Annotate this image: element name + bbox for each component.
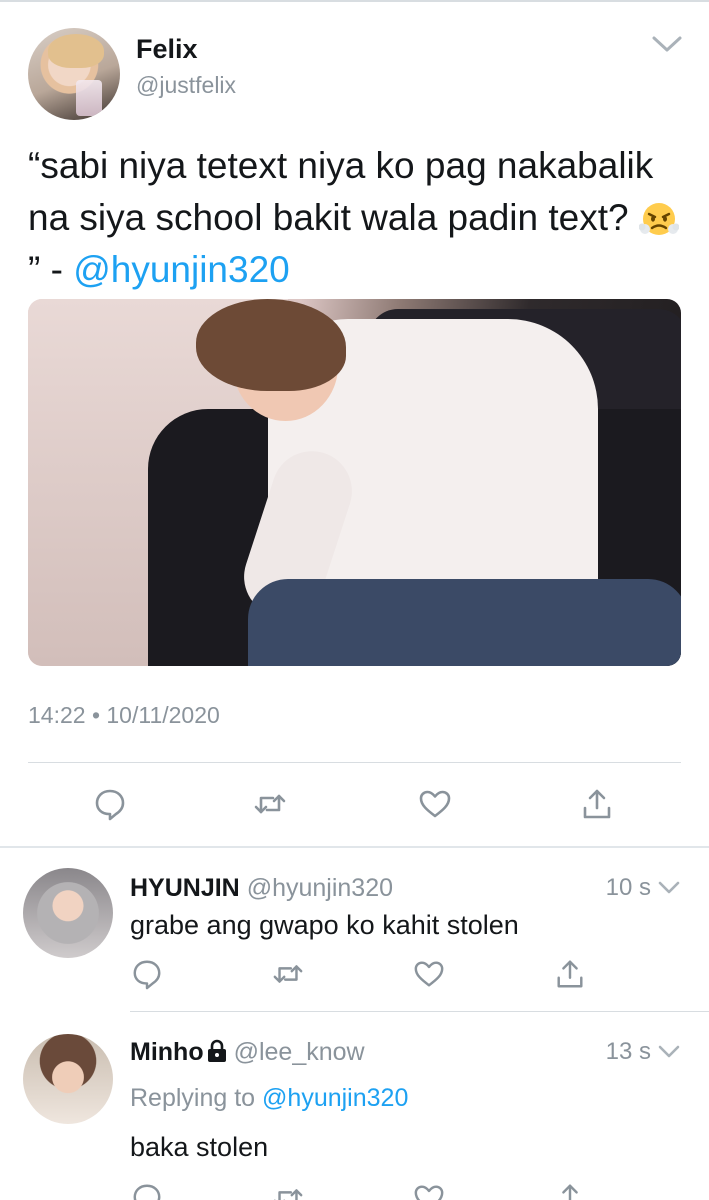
retweet-icon[interactable] — [272, 1182, 304, 1200]
like-icon[interactable] — [418, 787, 452, 821]
mention-link[interactable]: @hyunjin320 — [262, 1084, 408, 1112]
face-with-steam-icon — [638, 197, 680, 237]
author-handle[interactable]: @justfelix — [136, 72, 236, 99]
reply-author-handle: @hyunjin320 — [246, 874, 394, 902]
replying-to: Replying to @hyunjin320 — [130, 1084, 408, 1113]
avatar[interactable] — [23, 868, 113, 958]
reply-time-text: 10 s — [605, 874, 651, 901]
tweet-text: “sabi niya tetext niya ko pag nakabalik … — [28, 140, 688, 296]
share-icon[interactable] — [580, 787, 614, 821]
reply-author-name: Minho — [130, 1038, 204, 1066]
reply-time: 10 s — [606, 874, 681, 902]
reply-time-text: 13 s — [605, 1038, 651, 1065]
reply-tweet[interactable]: HYUNJIN @hyunjin320 10 s grabe ang gwapo… — [0, 848, 709, 1012]
reply-author-name: HYUNJIN — [130, 874, 240, 902]
tweet-text-body: “sabi niya tetext niya ko pag nakabalik … — [28, 145, 654, 238]
tweet-text-quote-close: ” - — [28, 249, 74, 290]
like-icon[interactable] — [413, 1182, 445, 1200]
replying-to-label: Replying to — [130, 1084, 256, 1112]
tweet-timestamp[interactable]: 14:22 • 10/11/2020 — [28, 702, 220, 729]
avatar-cup — [76, 80, 102, 116]
retweet-icon[interactable] — [253, 787, 287, 821]
chevron-down-icon[interactable] — [650, 30, 684, 58]
avatar[interactable] — [23, 1034, 113, 1124]
author-name[interactable]: Felix — [136, 34, 198, 65]
avatar-hair — [48, 34, 104, 68]
reply-author-handle: @lee_know — [233, 1038, 365, 1066]
reply-text: baka stolen — [130, 1132, 269, 1162]
main-tweet: Felix @justfelix “sabi niya tetext niya … — [0, 0, 709, 846]
reply-time: 13 s — [606, 1038, 681, 1066]
retweet-icon[interactable] — [272, 958, 304, 990]
reply-author[interactable]: HYUNJIN @hyunjin320 — [130, 874, 393, 903]
reply-author[interactable]: Minho @lee_know — [130, 1038, 365, 1067]
reply-text: grabe ang gwapo ko kahit stolen — [130, 910, 519, 940]
photo-hair — [196, 299, 346, 391]
mention-link[interactable]: @hyunjin320 — [73, 249, 290, 290]
share-icon[interactable] — [554, 1182, 586, 1200]
chevron-down-icon[interactable] — [657, 1043, 681, 1061]
photo-jeans — [248, 579, 681, 666]
reply-icon[interactable] — [93, 787, 127, 821]
chevron-down-icon[interactable] — [657, 879, 681, 897]
like-icon[interactable] — [413, 958, 445, 990]
share-icon[interactable] — [554, 958, 586, 990]
reply-icon[interactable] — [131, 1182, 163, 1200]
lock-icon — [207, 1039, 226, 1062]
divider — [28, 762, 681, 763]
reply-icon[interactable] — [131, 958, 163, 990]
avatar[interactable] — [28, 28, 120, 120]
tweet-photo[interactable] — [28, 299, 681, 666]
reply-tweet[interactable]: Minho @lee_know 13 s Replying to @hyunjin… — [0, 1012, 709, 1200]
